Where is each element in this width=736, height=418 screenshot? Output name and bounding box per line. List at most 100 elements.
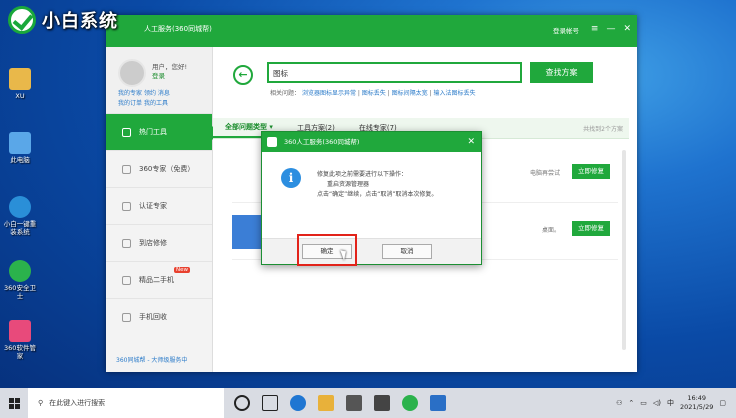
edge-icon[interactable] <box>290 395 306 411</box>
desktop-icon-label: 360软件管家 <box>4 344 36 360</box>
360-service-taskbar-icon[interactable] <box>430 395 446 411</box>
chevron-up-icon[interactable]: ⌃ <box>628 399 634 407</box>
system-tray: ⚇ ⌃ ▭ ◁) 中 16:49 2021/5/29 ▢ <box>616 394 736 412</box>
window-title: 人工服务(360同城帮) <box>144 25 212 33</box>
sidebar-item-label: 热门工具 <box>139 128 167 136</box>
dialog-footer: 确定 取消 <box>262 238 481 264</box>
messages-link[interactable]: 消息 <box>158 90 170 97</box>
desktop-icon-360-software[interactable]: 360软件管家 <box>3 320 37 360</box>
sidebar: 用户，您好! 登录 我的专家 领约 消息 我的订单 我的工具 热门工具 360专… <box>106 47 219 372</box>
desktop-icon-label: 360安全卫士 <box>4 284 36 300</box>
ok-button-highlight <box>297 234 357 266</box>
related-label: 相关问题： <box>270 90 301 97</box>
confirm-dialog: 360人工服务(360同城帮) ✕ i 修复此项之前需要进行以下操作： 重启资源… <box>261 131 482 265</box>
results-count: 共找到2个方案 <box>583 125 623 133</box>
network-icon[interactable]: ▭ <box>640 399 647 407</box>
mail-icon[interactable] <box>374 395 390 411</box>
related-questions: 相关问题： 浏览器图标显示异常 | 图标丢失 | 图标间隔太宽 | 输入法图标丢… <box>270 90 476 97</box>
sidebar-item-phone-recycle[interactable]: 手机回收 <box>106 298 212 335</box>
dialog-line: 修复此项之前需要进行以下操作： <box>317 171 408 178</box>
user-login-link[interactable]: 登录 <box>152 70 165 80</box>
minimize-icon[interactable]: — <box>606 24 615 34</box>
start-button[interactable] <box>0 388 28 418</box>
desktop-icon-computer[interactable]: 此电脑 <box>3 132 37 164</box>
sidebar-item-label: 认证专家 <box>139 202 167 210</box>
dialog-close-icon[interactable]: ✕ <box>467 132 475 152</box>
360-taskbar-icon[interactable] <box>402 395 418 411</box>
fix-now-button[interactable]: 立即修复 <box>572 164 610 179</box>
my-experts-link[interactable]: 我的专家 <box>118 90 142 97</box>
appointments-link[interactable]: 领约 <box>144 90 156 97</box>
avatar[interactable] <box>118 59 146 87</box>
back-arrow-icon[interactable]: ← <box>233 65 253 85</box>
notification-icon[interactable]: ▢ <box>719 399 726 407</box>
desktop-icon-label: XU <box>15 92 25 100</box>
related-link[interactable]: 浏览器图标显示异常 <box>302 90 356 97</box>
desktop-icon-label: 此电脑 <box>10 156 30 164</box>
sidebar-item-label: 到店修修 <box>139 239 167 247</box>
360-service-icon <box>267 137 277 147</box>
my-orders-link[interactable]: 我的订单 <box>118 100 142 107</box>
computer-icon <box>9 132 31 154</box>
taskbar-search-placeholder: 在此键入进行搜索 <box>49 399 106 407</box>
related-link[interactable]: 输入法图标丢失 <box>434 90 476 97</box>
clock-time: 16:49 <box>687 394 707 402</box>
cancel-button[interactable]: 取消 <box>382 244 432 259</box>
desktop-icon-user[interactable]: XU <box>3 68 37 100</box>
sidebar-item-certified-expert[interactable]: 认证专家 <box>106 187 212 224</box>
windows-logo-icon <box>8 397 20 409</box>
search-input[interactable]: 图标 <box>267 62 522 83</box>
results-scrollbar[interactable] <box>622 150 626 350</box>
close-icon[interactable]: ✕ <box>623 24 631 34</box>
clock[interactable]: 16:49 2021/5/29 <box>680 394 713 412</box>
result-snippet: 电脑再尝试 <box>529 170 560 177</box>
volume-icon[interactable]: ◁) <box>653 399 661 407</box>
info-icon: i <box>281 168 301 188</box>
sidebar-item-used-phones[interactable]: 精品二手机 New <box>106 261 212 298</box>
360-security-icon <box>9 260 31 282</box>
sidebar-item-store-repair[interactable]: 到店修修 <box>106 224 212 261</box>
search-icon: ⚲ <box>38 399 44 407</box>
watermark: 小白系统 <box>8 6 118 34</box>
window-titlebar: 人工服务(360同城帮) 登录帐号 ≡ — ✕ <box>106 15 637 47</box>
dialog-message: 修复此项之前需要进行以下操作： 重启资源管理器 点击“确定”继续，点击“取消”取… <box>317 170 437 200</box>
desktop-icon-xiaobai[interactable]: 小白一键重装系统 <box>3 196 37 236</box>
file-explorer-icon[interactable] <box>318 395 334 411</box>
dialog-line: 重启资源管理器 <box>327 181 370 188</box>
menu-icon[interactable]: ≡ <box>591 24 599 34</box>
user-folder-icon <box>9 68 31 90</box>
sidebar-item-hot-tools[interactable]: 热门工具 <box>106 113 219 150</box>
taskbar-search-box[interactable]: ⚲ 在此键入进行搜索 <box>28 388 224 418</box>
people-icon[interactable]: ⚇ <box>616 399 622 407</box>
user-box: 用户，您好! 登录 我的专家 领约 消息 我的订单 我的工具 <box>106 47 212 113</box>
store-icon[interactable] <box>346 395 362 411</box>
task-view-icon[interactable] <box>262 395 278 411</box>
search-button[interactable]: 查找方案 <box>530 62 593 83</box>
user-icon <box>122 201 131 211</box>
sidebar-item-label: 精品二手机 <box>139 276 174 284</box>
dialog-line: 点击“确定”继续，点击“取消”取消本次修复。 <box>317 191 438 198</box>
360-software-icon <box>9 320 31 342</box>
ime-indicator[interactable]: 中 <box>667 398 674 408</box>
desktop-icon-360-security[interactable]: 360安全卫士 <box>3 260 37 300</box>
dialog-title: 360人工服务(360同城帮) <box>284 138 360 146</box>
clock-date: 2021/5/29 <box>680 403 714 411</box>
xiaobai-installer-icon <box>9 196 31 218</box>
taskbar-apps <box>234 395 446 411</box>
fix-now-button[interactable]: 立即修复 <box>572 221 610 236</box>
login-account-link[interactable]: 登录帐号 <box>553 25 579 35</box>
sidebar-item-label: 360专家（免费） <box>139 165 195 173</box>
related-link[interactable]: 图标丢失 <box>362 90 386 97</box>
user-links: 我的专家 领约 消息 我的订单 我的工具 <box>118 89 170 109</box>
related-link[interactable]: 图标间隔太宽 <box>392 90 428 97</box>
new-badge: New <box>174 267 190 273</box>
dialog-titlebar: 360人工服务(360同城帮) ✕ <box>262 132 481 152</box>
my-tools-link[interactable]: 我的工具 <box>144 100 168 107</box>
chat-icon <box>122 164 131 174</box>
sidebar-footer-link[interactable]: 360同城帮 - 大师级服务中 <box>116 355 187 364</box>
cortana-icon[interactable] <box>234 395 250 411</box>
sidebar-item-360-expert[interactable]: 360专家（免费） <box>106 150 212 187</box>
xiaobai-logo-icon <box>8 6 36 34</box>
phone-icon <box>122 275 131 285</box>
taskbar: ⚲ 在此键入进行搜索 ⚇ ⌃ ▭ ◁) 中 16:49 2021/5/29 ▢ <box>0 388 736 418</box>
